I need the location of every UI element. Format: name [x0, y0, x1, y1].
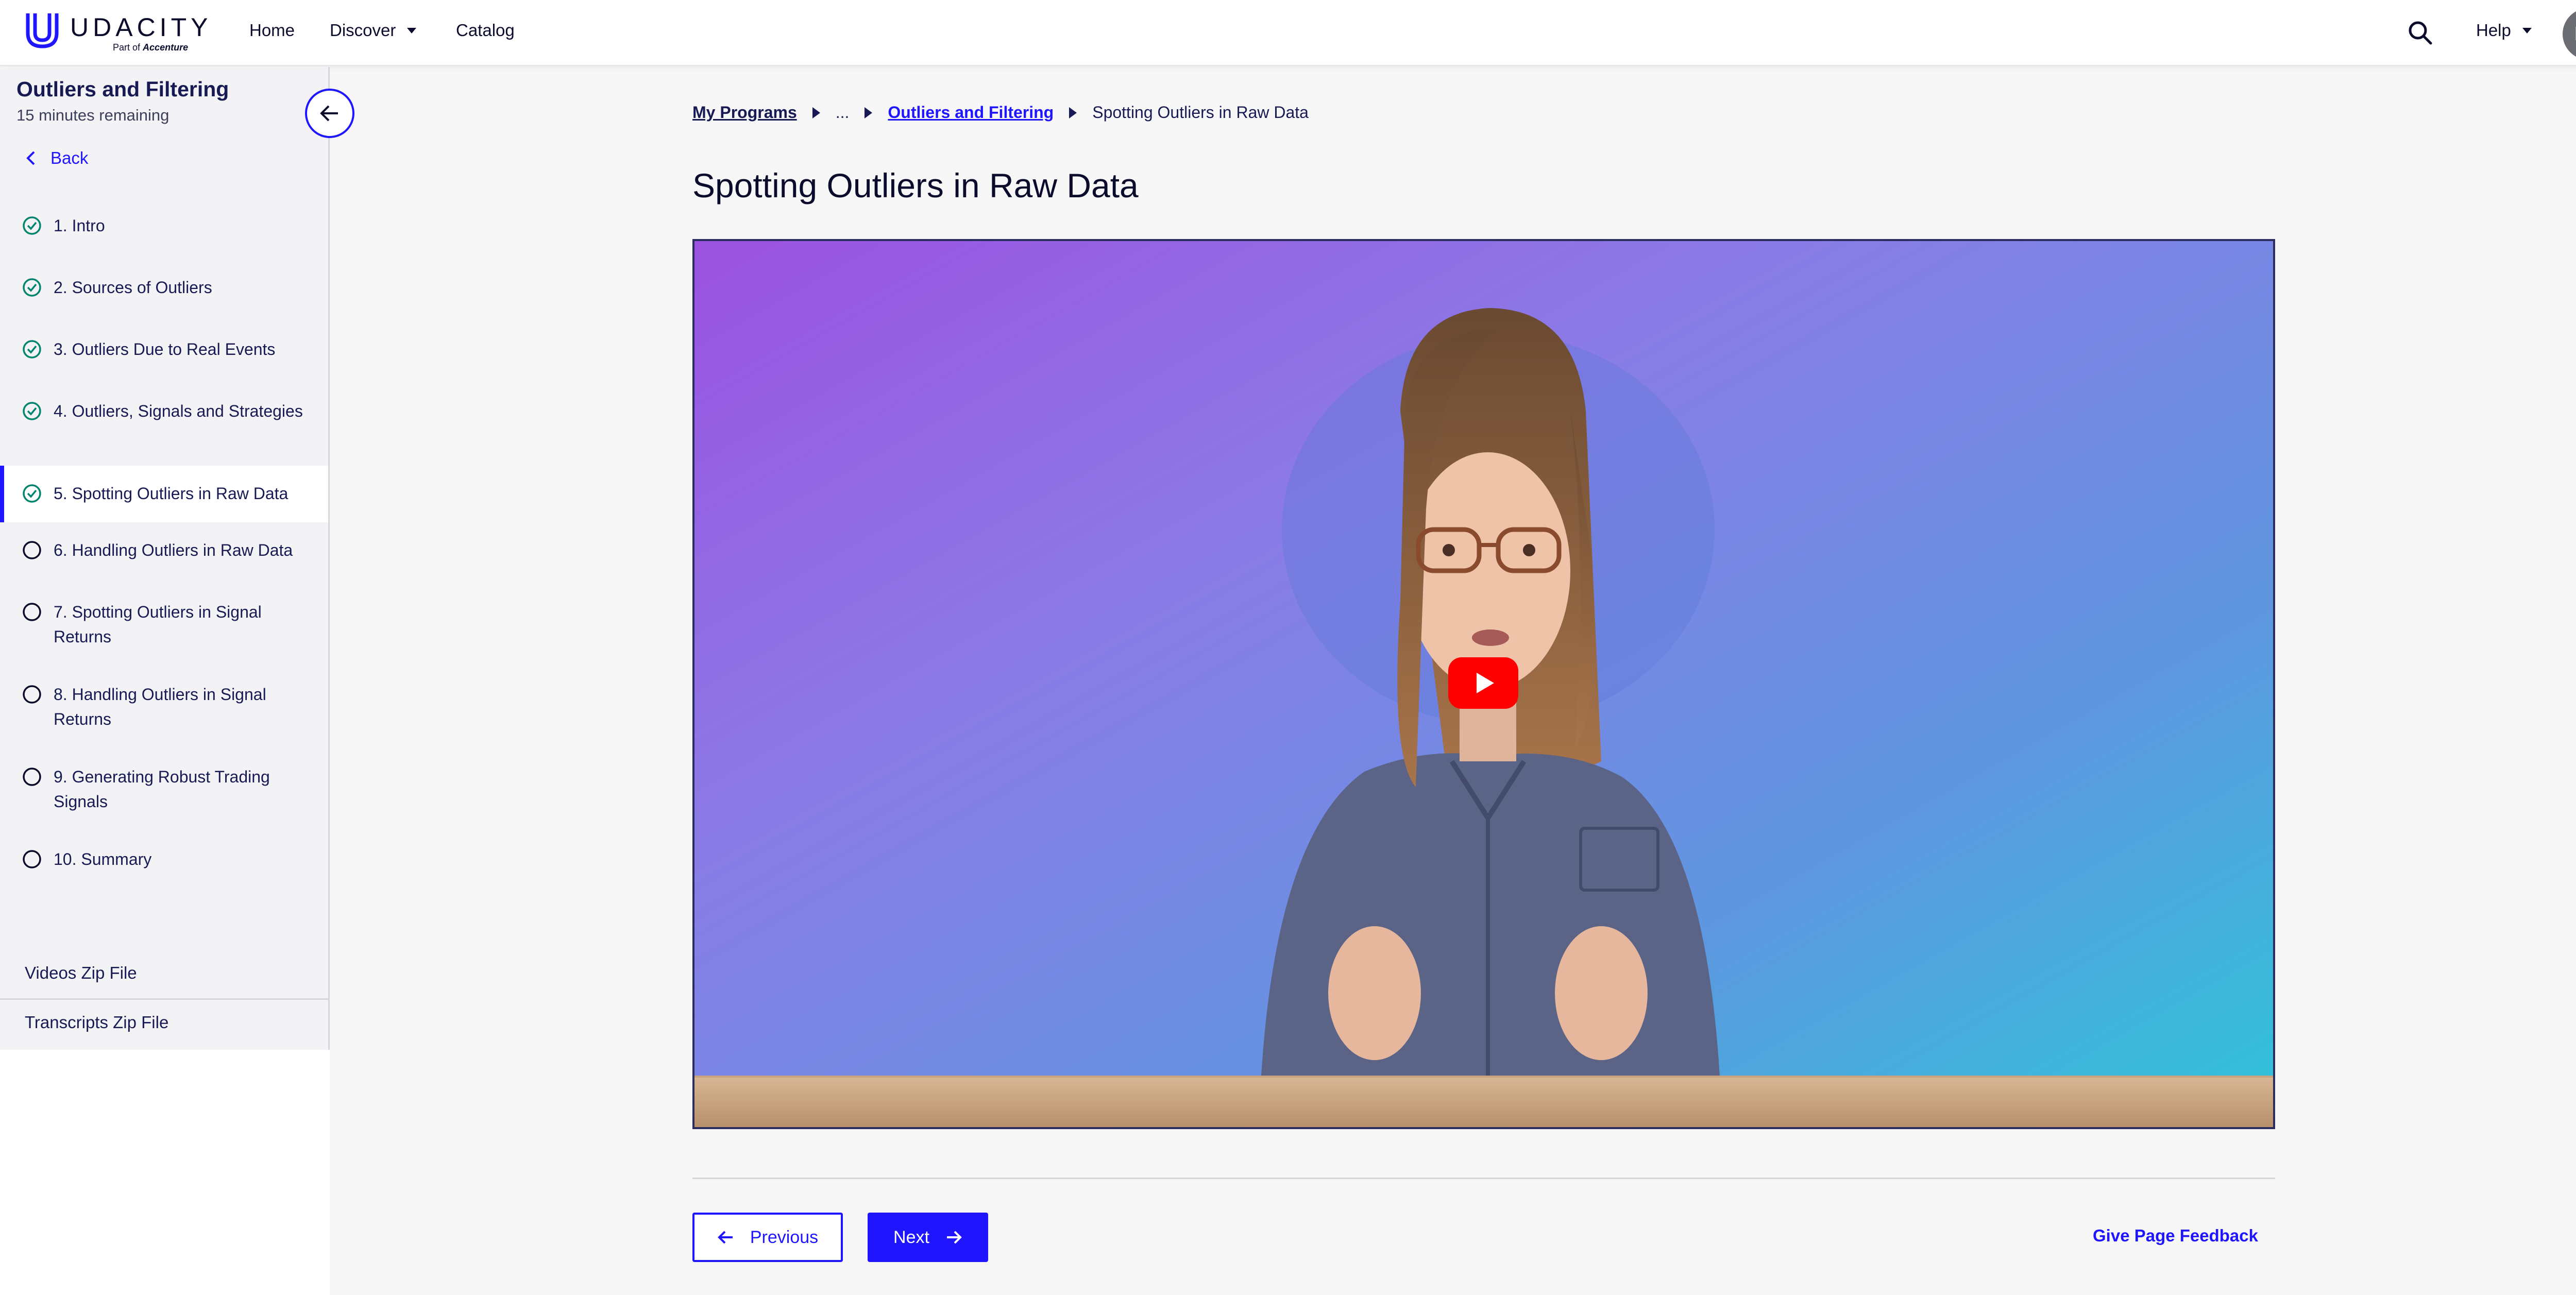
- check-circle-icon: [23, 278, 41, 297]
- sidebar-title: Outliers and Filtering: [16, 77, 229, 101]
- logo-tagline-prefix: Part of: [113, 42, 141, 53]
- content-divider: [692, 1178, 2275, 1179]
- logo-wordmark: UDACITY: [70, 13, 212, 42]
- back-label: Back: [50, 148, 89, 167]
- sidebar-item-lesson-9[interactable]: 9. Generating Robust Trading Signals: [0, 760, 328, 818]
- empty-circle-icon: [23, 850, 41, 868]
- breadcrumb-separator-icon: [865, 107, 873, 118]
- arrow-left-icon: [718, 1231, 733, 1244]
- previous-button[interactable]: Previous: [692, 1213, 843, 1262]
- arrow-right-icon: [946, 1231, 962, 1244]
- sidebar-item-lesson-1[interactable]: 1. Intro: [0, 209, 328, 242]
- search-icon[interactable]: [2406, 19, 2435, 47]
- check-circle-icon: [23, 216, 41, 235]
- avatar-initials: HC: [2574, 23, 2576, 45]
- lesson-label: 4. Outliers, Signals and Strategies: [54, 402, 303, 420]
- sidebar-item-lesson-4[interactable]: 4. Outliers, Signals and Strategies: [0, 395, 328, 452]
- active-indicator: [0, 466, 4, 522]
- youtube-play-button[interactable]: [1448, 657, 1518, 709]
- collapse-sidebar-button[interactable]: [305, 89, 354, 138]
- lesson-label: 5. Spotting Outliers in Raw Data: [54, 484, 289, 503]
- lesson-sidebar: Outliers and Filtering 15 minutes remain…: [0, 67, 330, 1050]
- logo-tagline-brand: Accenture: [143, 42, 189, 53]
- sidebar-item-lesson-10[interactable]: 10. Summary: [0, 843, 328, 876]
- check-circle-icon: [23, 340, 41, 359]
- back-link[interactable]: Back: [25, 148, 88, 168]
- udacity-logo-icon: [26, 13, 59, 48]
- give-feedback-link[interactable]: Give Page Feedback: [2093, 1226, 2258, 1246]
- transcripts-zip-link[interactable]: Transcripts Zip File: [25, 1013, 168, 1032]
- nav-discover[interactable]: Discover: [330, 21, 417, 40]
- sidebar-item-lesson-7[interactable]: 7. Spotting Outliers in Signal Returns: [0, 595, 328, 653]
- breadcrumb-separator-icon: [812, 107, 820, 118]
- nav-catalog-label: Catalog: [456, 21, 515, 40]
- next-button[interactable]: Next: [868, 1213, 988, 1262]
- sidebar-item-lesson-5[interactable]: 5. Spotting Outliers in Raw Data: [0, 466, 328, 522]
- chevron-left-icon: [26, 151, 35, 165]
- check-circle-icon: [23, 484, 41, 503]
- nav-help-label: Help: [2476, 21, 2511, 40]
- empty-circle-icon: [23, 768, 41, 786]
- top-navigation: UDACITY Part of Accenture Home Discover …: [0, 0, 2576, 66]
- nav-home[interactable]: Home: [249, 21, 295, 40]
- breadcrumb-lesson[interactable]: Outliers and Filtering: [888, 103, 1054, 122]
- sidebar-item-lesson-3[interactable]: 3. Outliers Due to Real Events: [0, 333, 328, 366]
- lesson-label: 8. Handling Outliers in Signal Returns: [54, 685, 266, 728]
- lesson-label: 9. Generating Robust Trading Signals: [54, 768, 270, 811]
- nav-catalog[interactable]: Catalog: [456, 21, 515, 40]
- sidebar-item-lesson-2[interactable]: 2. Sources of Outliers: [0, 271, 328, 304]
- lesson-label: 2. Sources of Outliers: [54, 278, 212, 297]
- breadcrumb-current: Spotting Outliers in Raw Data: [1092, 103, 1309, 122]
- nav-help[interactable]: Help: [2476, 21, 2532, 40]
- caret-down-icon: [2522, 27, 2532, 33]
- lesson-label: 3. Outliers Due to Real Events: [54, 340, 276, 359]
- lesson-label: 1. Intro: [54, 216, 105, 235]
- udacity-logo[interactable]: UDACITY Part of Accenture: [23, 8, 208, 58]
- empty-circle-icon: [23, 685, 41, 704]
- page-title: Spotting Outliers in Raw Data: [692, 166, 1139, 205]
- breadcrumb-my-programs[interactable]: My Programs: [692, 103, 797, 122]
- lesson-label: 6. Handling Outliers in Raw Data: [54, 541, 293, 559]
- breadcrumb: My Programs ... Outliers and Filtering S…: [692, 103, 1309, 122]
- sidebar-divider: [0, 998, 328, 1000]
- sidebar-item-lesson-8[interactable]: 8. Handling Outliers in Signal Returns: [0, 678, 328, 736]
- logo-tagline: Part of Accenture: [113, 42, 188, 53]
- next-label: Next: [893, 1227, 929, 1247]
- lesson-label: 10. Summary: [54, 850, 152, 868]
- nav-discover-label: Discover: [330, 21, 396, 40]
- previous-label: Previous: [750, 1227, 819, 1247]
- empty-circle-icon: [23, 603, 41, 621]
- arrow-left-icon: [320, 105, 338, 122]
- play-icon: [1477, 673, 1494, 693]
- caret-down-icon: [407, 27, 417, 33]
- check-circle-icon: [23, 402, 41, 420]
- videos-zip-link[interactable]: Videos Zip File: [25, 963, 137, 983]
- lesson-label: 7. Spotting Outliers in Signal Returns: [54, 603, 262, 646]
- breadcrumb-separator-icon: [1069, 107, 1077, 118]
- sidebar-item-lesson-6[interactable]: 6. Handling Outliers in Raw Data: [0, 534, 328, 567]
- time-remaining: 15 minutes remaining: [16, 106, 170, 124]
- sidebar-footer-space: [0, 1050, 330, 1295]
- user-avatar[interactable]: HC: [2563, 8, 2576, 60]
- breadcrumb-ellipsis[interactable]: ...: [836, 103, 850, 122]
- nav-home-label: Home: [249, 21, 295, 40]
- empty-circle-icon: [23, 541, 41, 559]
